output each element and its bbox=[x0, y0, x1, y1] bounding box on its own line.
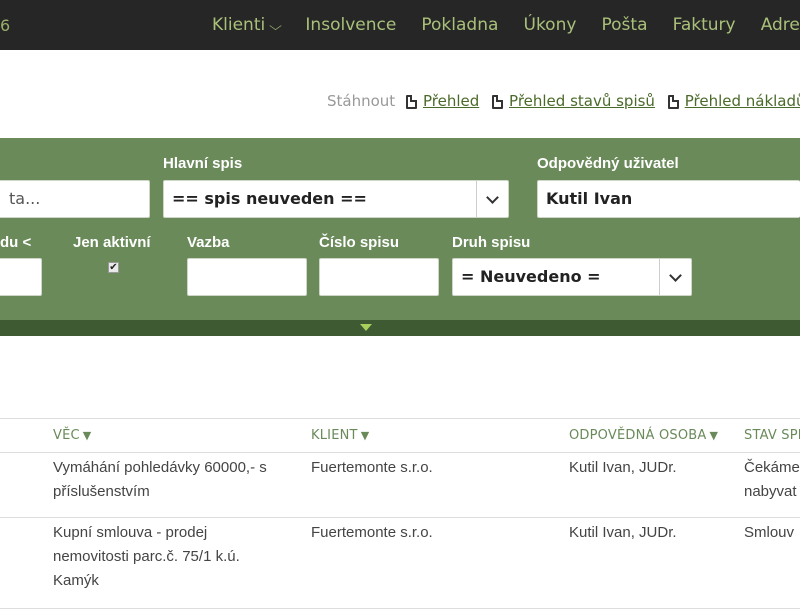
cell-line: nabyvat bbox=[744, 483, 797, 500]
column-header-label: VĚC bbox=[53, 428, 80, 443]
hlavni-spis-label: Hlavní spis bbox=[163, 155, 243, 172]
cell-klient: Fuertemonte s.r.o. bbox=[311, 524, 433, 541]
column-header-klient[interactable]: KLIENT ▼ bbox=[311, 428, 369, 443]
table-row[interactable]: Kupní smlouva - prodej nemovitosti parc.… bbox=[0, 518, 800, 609]
main-nav: Klienti ⌵ Insolvence Pokladna Úkony Pošta… bbox=[212, 0, 800, 50]
download-prehled-link[interactable]: Přehled bbox=[423, 92, 479, 110]
cell-vec: Kupní smlouva - prodej nemovitosti parc.… bbox=[53, 521, 303, 593]
document-icon bbox=[667, 95, 679, 109]
nav-adresar[interactable]: Adresá bbox=[761, 0, 800, 50]
vazba-input[interactable] bbox=[187, 258, 307, 296]
sort-down-icon: ▼ bbox=[709, 429, 719, 442]
hlavni-spis-select[interactable]: == spis neuveden == bbox=[163, 180, 509, 218]
uzivatel-label: Odpovědný uživatel bbox=[537, 155, 679, 172]
document-icon bbox=[492, 95, 504, 109]
column-header-label: KLIENT bbox=[311, 428, 358, 443]
uzivatel-value: Kutil Ivan bbox=[546, 189, 633, 208]
cell-line: příslušenstvím bbox=[53, 483, 150, 500]
nav-faktury[interactable]: Faktury bbox=[673, 0, 736, 50]
chevron-down-icon[interactable] bbox=[476, 181, 508, 217]
cell-line: Vymáhání pohledávky 60000,- s bbox=[53, 459, 267, 476]
brand-fragment: 6 bbox=[0, 16, 11, 35]
nav-posta[interactable]: Pošta bbox=[602, 0, 648, 50]
jen-aktivni-label: Jen aktivní bbox=[73, 234, 151, 251]
cell-osoba: Kutil Ivan, JUDr. bbox=[569, 459, 677, 476]
cell-stav: Smlouv bbox=[744, 521, 800, 545]
cell-osoba: Kutil Ivan, JUDr. bbox=[569, 524, 677, 541]
druh-spisu-label: Druh spisu bbox=[452, 234, 531, 251]
hlavni-spis-value: == spis neuveden == bbox=[172, 189, 367, 208]
download-prehled-nakladu-link[interactable]: Přehled nákladů bbox=[685, 92, 800, 110]
nav-insolvence[interactable]: Insolvence bbox=[305, 0, 396, 50]
uzivatel-select[interactable]: Kutil Ivan bbox=[537, 180, 800, 218]
cell-line: Čekáme bbox=[744, 459, 800, 476]
filter-toggle-bar[interactable] bbox=[0, 320, 800, 336]
document-icon bbox=[405, 95, 417, 109]
vazba-label: Vazba bbox=[187, 234, 230, 251]
nav-label: Klienti bbox=[212, 15, 266, 35]
cell-line: Kupní smlouva - prodej bbox=[53, 524, 208, 541]
table-row[interactable]: Vymáhání pohledávky 60000,- s příslušens… bbox=[0, 452, 800, 518]
download-links: Stáhnout Přehled Přehled stavů spisů Pře… bbox=[327, 92, 800, 110]
cislo-spisu-input[interactable] bbox=[319, 258, 439, 296]
cell-stav: Čekáme nabyvat bbox=[744, 456, 800, 504]
nav-klienti[interactable]: Klienti ⌵ bbox=[212, 0, 283, 50]
column-header-osoba[interactable]: ODPOVĚDNÁ OSOBA ▼ bbox=[569, 428, 718, 443]
cell-klient: Fuertemonte s.r.o. bbox=[311, 459, 433, 476]
sort-down-icon: ▼ bbox=[82, 429, 92, 442]
sort-down-icon: ▼ bbox=[360, 429, 370, 442]
download-label: Stáhnout bbox=[327, 92, 396, 110]
cell-line: Smlouv bbox=[744, 524, 795, 541]
column-header-label: STAV SPI bbox=[744, 428, 800, 443]
chevron-down-icon[interactable] bbox=[659, 259, 691, 295]
column-header-stav[interactable]: STAV SPI bbox=[744, 428, 800, 443]
search-input[interactable]: ta... bbox=[0, 180, 150, 218]
search-placeholder: ta... bbox=[9, 189, 41, 208]
download-prehled-stavu-link[interactable]: Přehled stavů spisů bbox=[509, 92, 655, 110]
druh-spisu-select[interactable]: = Neuvedeno = bbox=[452, 258, 692, 296]
top-navbar: 6 Klienti ⌵ Insolvence Pokladna Úkony Poš… bbox=[0, 0, 800, 50]
table-header: VĚC ▼ KLIENT ▼ ODPOVĚDNÁ OSOBA ▼ STAV SPI bbox=[0, 418, 800, 453]
column-header-vec[interactable]: VĚC ▼ bbox=[53, 428, 91, 443]
cislo-spisu-label: Číslo spisu bbox=[319, 234, 400, 251]
column-header-label: ODPOVĚDNÁ OSOBA bbox=[569, 428, 707, 443]
chevron-down-icon: ⌵ bbox=[269, 19, 283, 33]
nav-ukony[interactable]: Úkony bbox=[524, 0, 577, 50]
cell-vec: Vymáhání pohledávky 60000,- s příslušens… bbox=[53, 456, 303, 504]
cell-line: nemovitosti parc.č. 75/1 k.ú. bbox=[53, 548, 240, 565]
partial-label: du < bbox=[0, 234, 32, 251]
date-input[interactable] bbox=[0, 258, 42, 296]
jen-aktivni-checkbox[interactable]: ✔ bbox=[108, 262, 119, 273]
nav-pokladna[interactable]: Pokladna bbox=[421, 0, 498, 50]
druh-spisu-value: = Neuvedeno = bbox=[461, 267, 601, 286]
caret-down-icon[interactable] bbox=[360, 324, 372, 331]
cell-line: Kamýk bbox=[53, 572, 99, 589]
